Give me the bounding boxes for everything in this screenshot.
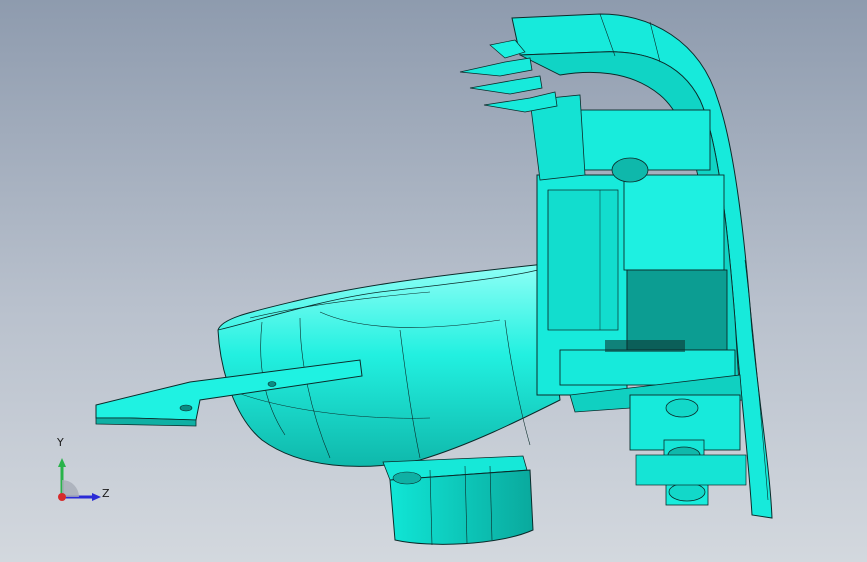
- screw-bosses: [629, 394, 747, 506]
- axis-triad[interactable]: Y Z: [52, 436, 122, 510]
- origin-point: [58, 493, 66, 501]
- 3d-model-section-view[interactable]: [0, 0, 867, 562]
- bottom-boss: [382, 455, 534, 546]
- y-axis-label: Y: [57, 436, 64, 449]
- z-axis-label: Z: [102, 487, 110, 500]
- housing-bowl: [217, 263, 561, 467]
- cad-viewport[interactable]: Y Z: [0, 0, 867, 562]
- section-internals: [529, 94, 743, 413]
- triad-graphic: [58, 458, 101, 501]
